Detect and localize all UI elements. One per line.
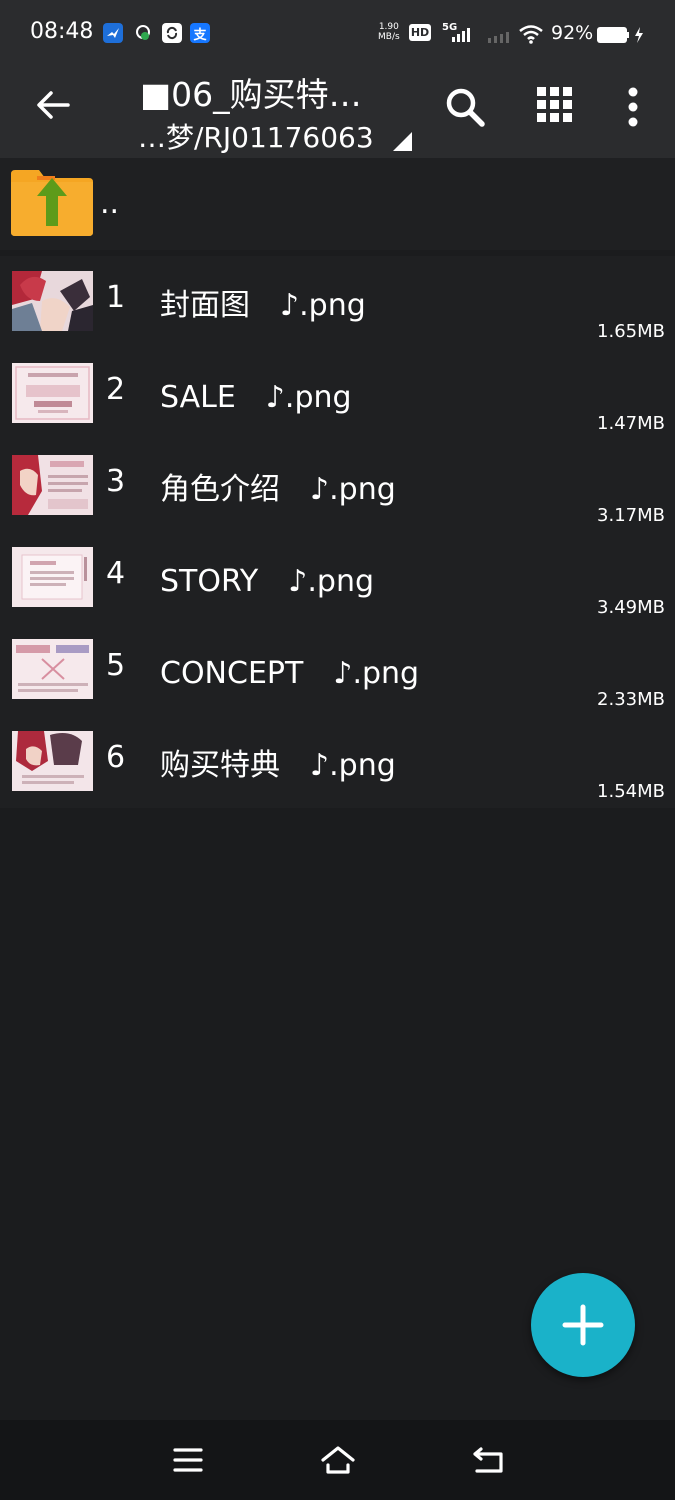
alipay-icon: 支 xyxy=(190,23,210,43)
file-size: 1.47MB xyxy=(597,413,665,434)
character-thumbnail xyxy=(12,455,93,515)
location-lock-icon xyxy=(133,23,153,43)
more-options-button[interactable] xyxy=(615,82,651,132)
nav-back-button[interactable] xyxy=(468,1442,508,1478)
home-icon xyxy=(321,1446,355,1474)
file-index: 4 xyxy=(106,556,126,591)
file-index: 1 xyxy=(106,280,126,315)
search-button[interactable] xyxy=(440,82,490,132)
more-vert-icon xyxy=(628,87,638,127)
net-speed-value: 1.90 xyxy=(378,22,399,32)
add-fab-button[interactable] xyxy=(531,1273,635,1377)
file-row[interactable]: 3 角色介绍 ♪.png 3.17MB xyxy=(0,440,675,532)
file-name: 购买特典 ♪.png xyxy=(160,748,396,783)
status-time: 08:48 xyxy=(30,19,94,44)
file-size: 2.33MB xyxy=(597,689,665,710)
status-bar: 08:48 支 1.90 MB/s HD 5G 92% xyxy=(0,0,675,62)
grid-view-button[interactable] xyxy=(532,82,578,128)
search-icon xyxy=(446,88,485,127)
net-speed: 1.90 MB/s xyxy=(378,22,400,42)
back-return-icon xyxy=(473,1447,503,1473)
hd-badge: HD xyxy=(409,24,431,41)
parent-directory-label: .. xyxy=(100,186,120,221)
file-index: 5 xyxy=(106,648,126,683)
file-name: SALE ♪.png xyxy=(160,380,352,415)
file-row[interactable]: 4 STORY ♪.png 3.49MB xyxy=(0,532,675,624)
wifi-icon xyxy=(518,24,544,48)
folder-up-icon xyxy=(11,170,93,236)
bird-app-icon xyxy=(103,23,123,43)
file-index: 6 xyxy=(106,740,126,775)
file-name: CONCEPT ♪.png xyxy=(160,656,420,691)
folder-title: ■06_购买特… xyxy=(140,75,362,114)
file-name: STORY ♪.png xyxy=(160,564,375,599)
file-name: 封面图 ♪.png xyxy=(160,288,366,323)
signal-sim2-icon xyxy=(487,28,513,48)
nav-menu-button[interactable] xyxy=(168,1442,208,1478)
menu-lines-icon xyxy=(173,1448,203,1472)
file-size: 3.17MB xyxy=(597,505,665,526)
battery-charging-icon xyxy=(596,26,648,48)
plus-icon xyxy=(562,1304,604,1346)
file-row[interactable]: 2 SALE ♪.png 1.47MB xyxy=(0,348,675,440)
file-index: 3 xyxy=(106,464,126,499)
file-row[interactable]: 5 CONCEPT ♪.png 2.33MB xyxy=(0,624,675,716)
sync-app-icon xyxy=(162,23,182,43)
folder-path: …梦/RJ01176063 xyxy=(138,121,374,154)
file-size: 1.54MB xyxy=(597,781,665,802)
file-row[interactable]: 1 封面图 ♪.png 1.65MB xyxy=(0,256,675,348)
parent-directory-row[interactable]: .. xyxy=(0,158,675,250)
concept-thumbnail xyxy=(12,639,93,699)
cover-thumbnail xyxy=(12,271,93,331)
battery-percent: 92% xyxy=(551,22,594,44)
sale-thumbnail xyxy=(12,363,93,423)
grid-view-icon xyxy=(537,87,572,122)
back-button[interactable] xyxy=(30,82,76,128)
story-thumbnail xyxy=(12,547,93,607)
file-size: 3.49MB xyxy=(597,597,665,618)
arrow-left-icon xyxy=(37,91,70,119)
path-dropdown-triangle-icon xyxy=(393,132,412,151)
net-speed-unit: MB/s xyxy=(378,32,400,42)
nav-home-button[interactable] xyxy=(318,1442,358,1478)
file-manager-screen: 08:48 支 1.90 MB/s HD 5G 92% ■06_购买特… …梦/… xyxy=(0,0,675,1500)
file-size: 1.65MB xyxy=(597,321,665,342)
file-index: 2 xyxy=(106,372,126,407)
navigation-bar xyxy=(0,1420,675,1500)
file-name: 角色介绍 ♪.png xyxy=(160,472,396,507)
file-row[interactable]: 6 购买特典 ♪.png 1.54MB xyxy=(0,716,675,808)
toolbar: ■06_购买特… …梦/RJ01176063 xyxy=(0,62,675,158)
bonus-thumbnail xyxy=(12,731,93,791)
